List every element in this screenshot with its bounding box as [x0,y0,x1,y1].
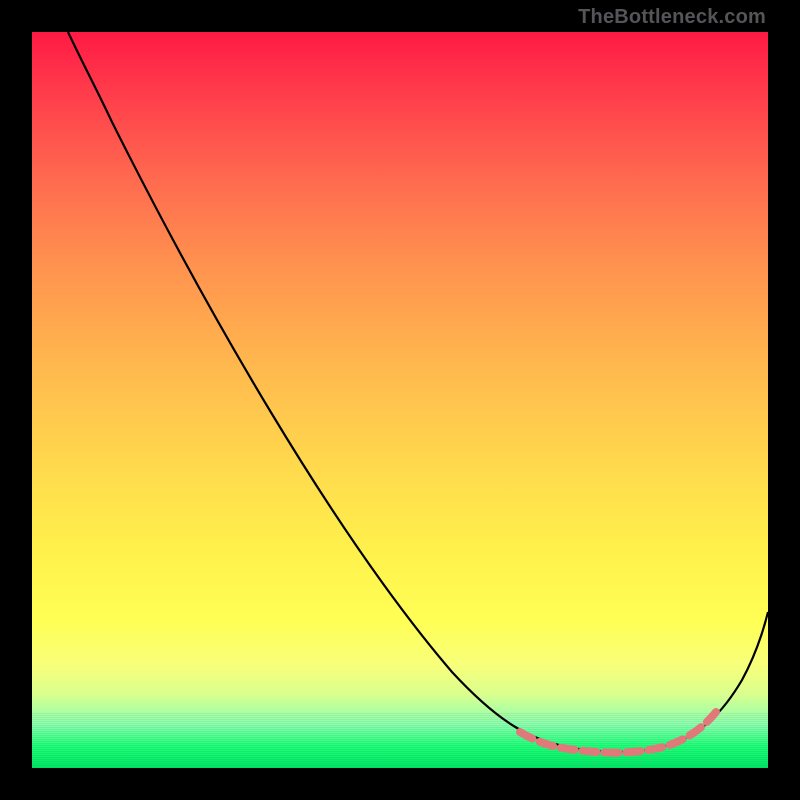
watermark-text: TheBottleneck.com [578,6,766,29]
plot-area [32,32,768,768]
curve-svg [32,32,768,768]
chart-container: TheBottleneck.com [0,0,800,800]
valley-highlight [520,712,716,753]
bottleneck-curve [68,32,768,752]
